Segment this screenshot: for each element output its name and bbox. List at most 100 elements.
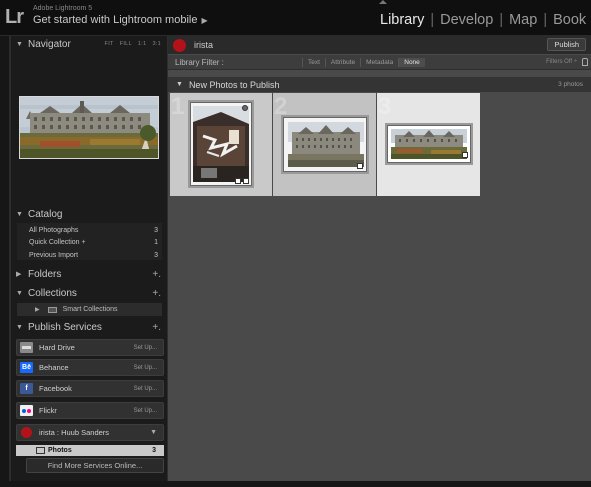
service-label: irista : Huub Sanders xyxy=(39,428,110,437)
collections-title: Collections xyxy=(28,287,77,299)
thumbnail-frame xyxy=(283,117,367,172)
smart-collections-item[interactable]: ▶ Smart Collections xyxy=(17,303,162,316)
published-collection-photos[interactable]: Photos 3 xyxy=(16,445,164,456)
catalog-item-count: 1 xyxy=(154,238,158,246)
zoom-1-1[interactable]: 1:1 xyxy=(138,41,147,47)
comment-badge-icon xyxy=(357,163,363,169)
module-book[interactable]: Book xyxy=(553,12,586,28)
facebook-icon: f xyxy=(20,383,33,394)
collection-set-icon xyxy=(47,306,57,313)
add-publish-service-plus-icon[interactable]: +. xyxy=(152,322,161,333)
service-hard-drive[interactable]: Hard Drive Set Up... xyxy=(16,339,164,356)
main-grid-area: irista Publish Library Filter : Text Att… xyxy=(168,36,591,487)
left-panel: ▼ Navigator FIT FILL 1:1 3:1 ▼ Catalog A… xyxy=(10,36,168,487)
grid-cell[interactable]: 2 xyxy=(273,93,376,196)
catalog-item-label: All Photographs xyxy=(29,226,79,234)
library-filter-bar: Library Filter : Text Attribute Metadata… xyxy=(168,55,591,70)
lock-icon[interactable] xyxy=(582,58,588,66)
crop-badge-icon xyxy=(243,178,249,184)
service-behance[interactable]: Bē Behance Set Up... xyxy=(16,359,164,376)
navigator-preview[interactable] xyxy=(19,96,159,159)
chevron-down-icon[interactable]: ▼ xyxy=(150,429,157,436)
catalog-item-count: 3 xyxy=(154,226,158,234)
publish-service-name: irista xyxy=(194,40,214,50)
catalog-item-previous-import[interactable]: Previous Import 3 xyxy=(17,249,162,261)
expand-triangle-icon: ▼ xyxy=(16,289,23,297)
left-edge-strip[interactable] xyxy=(0,36,10,487)
catalog-item-label: Quick Collection + xyxy=(29,238,86,246)
service-flickr[interactable]: Flickr Set Up... xyxy=(16,402,164,419)
folders-title: Folders xyxy=(28,268,62,280)
published-collection-count: 3 xyxy=(152,447,156,454)
app-name: Adobe Lightroom 5 xyxy=(33,5,93,12)
publish-services-title: Publish Services xyxy=(28,321,102,333)
thumbnail-frame xyxy=(190,102,252,186)
zoom-3-1[interactable]: 3:1 xyxy=(152,41,161,47)
publish-header: irista Publish xyxy=(168,36,591,54)
add-folder-plus-icon[interactable]: +. xyxy=(152,269,161,280)
filter-none[interactable]: None xyxy=(398,57,425,67)
photo-thumbnail[interactable] xyxy=(288,122,364,167)
irista-logo-icon xyxy=(173,38,186,52)
module-separator: | xyxy=(499,12,504,28)
service-label: Facebook xyxy=(39,384,72,393)
setup-link[interactable]: Set Up... xyxy=(134,365,157,371)
setup-link[interactable]: Set Up... xyxy=(134,345,157,351)
published-collection-icon xyxy=(36,447,45,454)
grid-cell-selected[interactable]: 3 xyxy=(377,93,480,196)
zoom-fit[interactable]: FIT xyxy=(105,41,114,47)
grid-cell[interactable]: 1 xyxy=(170,93,272,196)
section-photo-count: 3 photos xyxy=(558,81,583,88)
thumbnail-frame xyxy=(387,125,471,163)
filters-off-dropdown[interactable]: Filters Off ÷ xyxy=(546,59,577,65)
setup-link[interactable]: Set Up... xyxy=(134,408,157,414)
folders-header[interactable]: ▶ Folders +. xyxy=(11,266,167,282)
filter-options: Text Attribute Metadata None xyxy=(302,57,425,67)
get-started-label[interactable]: Get started with Lightroom mobile xyxy=(33,14,197,26)
new-photos-section-header[interactable]: ▼ New Photos to Publish 3 photos xyxy=(168,77,591,92)
navigator-title: Navigator xyxy=(28,38,71,50)
navigator-header[interactable]: ▼ Navigator FIT FILL 1:1 3:1 xyxy=(11,36,167,52)
top-bar: Lr Adobe Lightroom 5 Get started with Li… xyxy=(0,0,591,36)
setup-link[interactable]: Set Up... xyxy=(134,386,157,392)
section-title: New Photos to Publish xyxy=(188,79,280,90)
filter-attribute[interactable]: Attribute xyxy=(324,57,360,67)
module-library[interactable]: Library xyxy=(380,12,424,28)
publish-services-header[interactable]: ▼ Publish Services +. xyxy=(11,319,167,335)
library-filter-label: Library Filter : xyxy=(175,57,224,67)
comment-badge-icon xyxy=(462,152,468,158)
catalog-item-label: Previous Import xyxy=(29,251,79,259)
expand-triangle-icon: ▼ xyxy=(16,210,23,218)
module-picker: Library | Develop | Map | Book xyxy=(380,12,586,28)
service-label: Flickr xyxy=(39,406,57,415)
publish-button[interactable]: Publish xyxy=(547,38,586,51)
cell-index: 1 xyxy=(171,93,185,120)
zoom-fill[interactable]: FILL xyxy=(120,41,132,47)
service-irista[interactable]: irista : Huub Sanders ▼ xyxy=(16,424,164,441)
module-develop[interactable]: Develop xyxy=(440,12,493,28)
photo-thumbnail[interactable] xyxy=(391,129,467,159)
filter-text[interactable]: Text xyxy=(302,57,325,67)
navigator-photo xyxy=(20,97,158,158)
behance-icon: Bē xyxy=(20,362,33,373)
catalog-item-count: 3 xyxy=(154,251,158,259)
catalog-item-all-photographs[interactable]: All Photographs 3 xyxy=(17,224,162,236)
hard-drive-icon xyxy=(20,342,33,353)
expand-triangle-icon: ▼ xyxy=(176,81,183,88)
panel-toggle-caret-icon[interactable] xyxy=(379,0,387,4)
service-label: Hard Drive xyxy=(39,343,75,352)
collapse-triangle-icon: ▶ xyxy=(16,271,22,278)
find-more-services-button[interactable]: Find More Services Online... xyxy=(26,458,164,473)
catalog-item-quick-collection[interactable]: Quick Collection + 1 xyxy=(17,236,162,248)
filter-metadata[interactable]: Metadata xyxy=(360,57,398,67)
module-separator: | xyxy=(543,12,548,28)
module-map[interactable]: Map xyxy=(509,12,537,28)
catalog-header[interactable]: ▼ Catalog xyxy=(11,206,167,222)
lightroom-logo: Lr xyxy=(5,6,24,28)
add-collection-plus-icon[interactable]: +. xyxy=(152,288,161,299)
smart-collections-label: Smart Collections xyxy=(62,306,118,313)
collections-header[interactable]: ▼ Collections +. xyxy=(11,285,167,301)
photo-thumbnail[interactable] xyxy=(193,106,249,182)
service-facebook[interactable]: f Facebook Set Up... xyxy=(16,380,164,397)
get-started-link[interactable]: Get started with Lightroom mobile ▶ xyxy=(33,14,208,26)
